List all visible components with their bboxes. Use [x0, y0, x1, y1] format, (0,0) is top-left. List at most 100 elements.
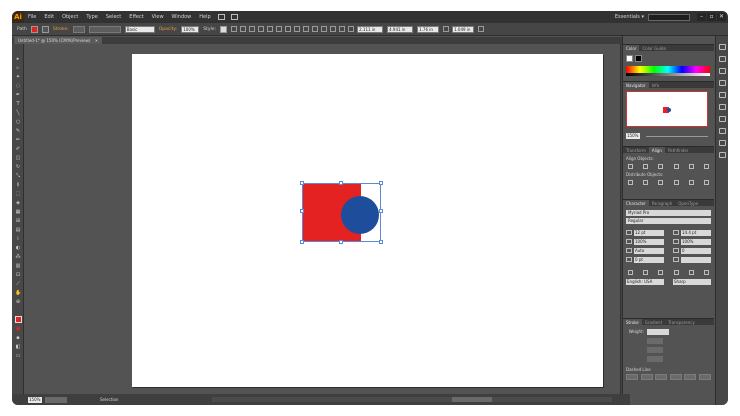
distribute-center-icon[interactable]: [329, 26, 336, 32]
dash-field-3[interactable]: [684, 374, 697, 380]
small-caps-icon[interactable]: [643, 270, 649, 275]
mesh-tool-icon[interactable]: ⊞: [15, 218, 21, 224]
distribute-left-icon[interactable]: [320, 26, 327, 32]
layers-panel-icon[interactable]: [719, 116, 726, 122]
close-document-icon[interactable]: ✕: [95, 38, 98, 43]
symbols-panel-icon[interactable]: [719, 80, 726, 86]
line-tool-icon[interactable]: ╲: [15, 110, 21, 116]
menu-file[interactable]: File: [24, 14, 40, 20]
color-stroke-swatch[interactable]: [635, 55, 642, 62]
subscript-icon[interactable]: [673, 270, 679, 275]
dash-field-2[interactable]: [655, 374, 668, 380]
x-field[interactable]: 2.111 in: [357, 25, 384, 33]
align-right-icon[interactable]: [257, 26, 264, 32]
horizontal-scrollbar[interactable]: [212, 397, 612, 402]
direct-selection-tool-icon[interactable]: ▹: [15, 65, 21, 71]
align-vcenter-objects-icon[interactable]: [688, 164, 694, 169]
panel-menu-icon[interactable]: [477, 26, 484, 32]
blend-tool-icon[interactable]: ◐: [15, 245, 21, 251]
screen-mode-icon[interactable]: ▭: [15, 353, 21, 359]
lasso-tool-icon[interactable]: ◌: [15, 83, 21, 89]
zoom-level-field[interactable]: 150%: [28, 396, 42, 403]
pen-tool-icon[interactable]: ✒: [15, 92, 21, 98]
pencil-tool-icon[interactable]: ✏: [15, 137, 21, 143]
menu-type[interactable]: Type: [82, 14, 101, 20]
variable-width-field[interactable]: [88, 25, 121, 33]
align-left-objects-icon[interactable]: [628, 164, 633, 169]
eraser-tool-icon[interactable]: ◫: [15, 155, 21, 161]
arrange-documents-icon[interactable]: [230, 14, 238, 20]
distribute-vcenter-objects-icon[interactable]: [643, 180, 649, 185]
menu-window[interactable]: Window: [168, 14, 196, 20]
selection-bounding-box[interactable]: [300, 181, 383, 244]
font-size-cell[interactable]: 12 pt: [626, 229, 664, 236]
blob-brush-tool-icon[interactable]: ✐: [15, 146, 21, 152]
resize-handle-top[interactable]: [339, 181, 343, 185]
navigator-preview[interactable]: [626, 91, 708, 127]
scale-tool-icon[interactable]: ⤡: [15, 173, 21, 179]
stroke-align-buttons[interactable]: [647, 355, 663, 362]
tab-opentype[interactable]: OpenType: [675, 201, 701, 206]
menu-view[interactable]: View: [148, 14, 168, 20]
close-button[interactable]: ✕: [717, 13, 726, 21]
stroke-swatch[interactable]: [41, 25, 49, 33]
distribute-bottom-objects-icon[interactable]: [658, 180, 664, 185]
dash-field-1[interactable]: [626, 374, 638, 380]
gap-field-3[interactable]: [698, 374, 711, 380]
brushes-panel-icon[interactable]: [719, 68, 726, 74]
resize-handle-left[interactable]: [300, 209, 304, 213]
align-middle-icon[interactable]: [275, 26, 282, 32]
menu-effect[interactable]: Effect: [125, 14, 147, 20]
selection-tool-icon[interactable]: ▸: [15, 56, 21, 62]
color-spectrum[interactable]: [626, 66, 710, 73]
color-fill-swatch[interactable]: [626, 55, 633, 62]
eyedropper-tool-icon[interactable]: ⌇: [15, 236, 21, 242]
scale-h-cell[interactable]: 100%: [673, 238, 711, 245]
gradient-tool-icon[interactable]: ▤: [15, 227, 21, 233]
gap-field-2[interactable]: [669, 374, 682, 380]
tab-info[interactable]: Info: [649, 83, 663, 88]
tab-pathfinder[interactable]: Pathfinder: [665, 148, 692, 153]
width-tool-icon[interactable]: ≬: [15, 182, 21, 188]
paintbrush-tool-icon[interactable]: ✎: [15, 128, 21, 134]
align-hcenter-objects-icon[interactable]: [643, 164, 649, 169]
artboard-tool-icon[interactable]: ⊡: [15, 272, 21, 278]
tab-gradient[interactable]: Gradient: [642, 320, 665, 325]
height-field[interactable]: 1.049 in: [452, 25, 475, 33]
y-field[interactable]: 4.941 in: [387, 25, 414, 33]
document-tab[interactable]: Untitled-1* @ 150% (CMYK/Preview) ✕: [14, 37, 103, 44]
menu-select[interactable]: Select: [102, 14, 125, 20]
stroke-corner-buttons[interactable]: [647, 346, 663, 353]
distribute-bottom-icon[interactable]: [311, 26, 318, 32]
recolor-icon[interactable]: [230, 26, 237, 32]
width-field[interactable]: 1.76 in: [417, 25, 440, 33]
fill-swatch[interactable]: [30, 25, 38, 33]
tab-transform[interactable]: Transform: [623, 148, 649, 153]
tab-paragraph[interactable]: Paragraph: [649, 201, 676, 206]
tab-color-guide[interactable]: Color Guide: [639, 46, 668, 51]
align-top-objects-icon[interactable]: [673, 164, 679, 169]
rotation-cell[interactable]: [673, 256, 711, 263]
artboard-navigation-field[interactable]: [45, 396, 67, 403]
language-cell[interactable]: English: USA: [626, 278, 664, 285]
transform-panel-icon[interactable]: [719, 152, 726, 158]
stroke-cap-buttons[interactable]: [647, 337, 663, 344]
color-mode-icon[interactable]: ▪: [15, 335, 21, 341]
stroke-color-icon[interactable]: ▣: [15, 326, 21, 332]
bridge-icon[interactable]: [217, 14, 225, 20]
draw-mode-icon[interactable]: ◧: [15, 344, 21, 350]
search-input[interactable]: [648, 13, 690, 21]
antialias-cell[interactable]: Sharp: [673, 278, 711, 285]
font-style-field[interactable]: Regular: [626, 218, 711, 224]
gap-field-1[interactable]: [640, 374, 653, 380]
slice-tool-icon[interactable]: ⟋: [15, 281, 21, 287]
graphic-styles-panel-icon[interactable]: [719, 92, 726, 98]
tracking-cell[interactable]: 0: [673, 247, 711, 254]
leading-cell[interactable]: 14.4 pt: [673, 229, 711, 236]
constrain-proportions-icon[interactable]: [442, 26, 449, 32]
distribute-middle-icon[interactable]: [302, 26, 309, 32]
zoom-tool-icon[interactable]: ⊕: [15, 299, 21, 305]
magic-wand-tool-icon[interactable]: ✦: [15, 74, 21, 80]
align-right-objects-icon[interactable]: [658, 164, 664, 169]
menu-edit[interactable]: Edit: [40, 14, 58, 20]
